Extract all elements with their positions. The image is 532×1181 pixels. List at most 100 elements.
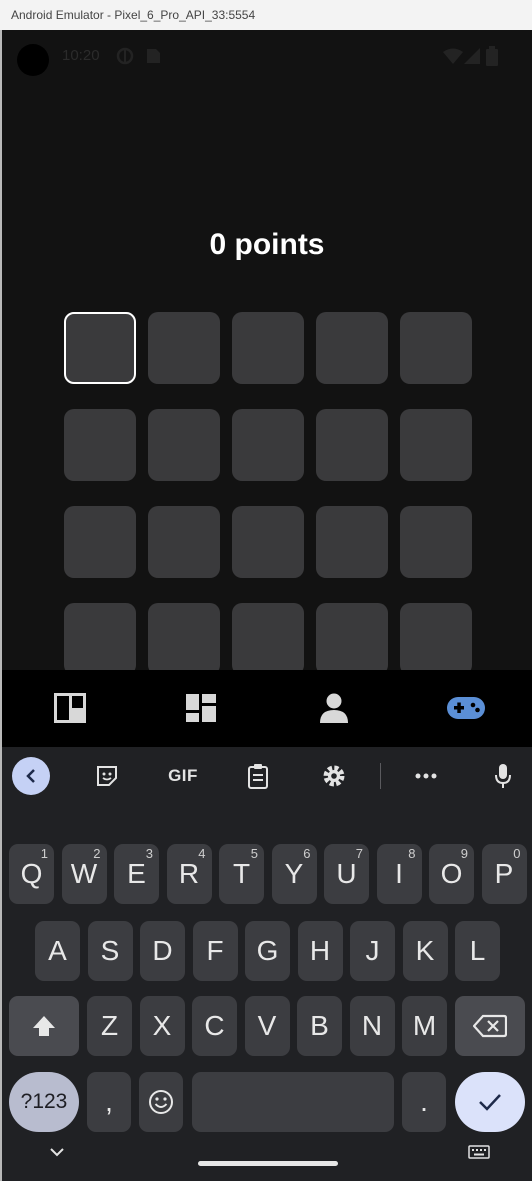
key-x[interactable]: X	[139, 996, 185, 1056]
key-hint: 3	[145, 846, 153, 861]
key-label: L	[469, 935, 486, 966]
letter-tile[interactable]	[64, 409, 136, 481]
data-saver-icon	[116, 47, 134, 65]
tile-grid	[64, 312, 472, 670]
letter-tile[interactable]	[148, 603, 220, 670]
key-h[interactable]: H	[297, 921, 343, 981]
gamepad-icon	[447, 697, 485, 719]
key-label: D	[152, 935, 173, 966]
letter-tile[interactable]	[232, 506, 304, 578]
key-m[interactable]: M	[402, 996, 447, 1056]
settings-button[interactable]	[315, 757, 353, 795]
keyboard-icon	[468, 1145, 490, 1159]
key-label: E	[127, 858, 146, 889]
key-a[interactable]: A	[35, 921, 80, 981]
key-y[interactable]: Y6	[271, 844, 317, 904]
letter-tile[interactable]	[64, 506, 136, 578]
toolbar-divider	[380, 763, 381, 789]
key-o[interactable]: O9	[429, 844, 474, 904]
letter-tile[interactable]	[64, 603, 136, 670]
key-t[interactable]: T5	[219, 844, 264, 904]
gif-button[interactable]: GIF	[164, 757, 202, 795]
key-u[interactable]: U7	[324, 844, 369, 904]
gesture-navigation-handle[interactable]	[198, 1161, 338, 1166]
key-f[interactable]: F	[192, 921, 238, 981]
key-w[interactable]: W2	[61, 844, 107, 904]
key-n[interactable]: N	[349, 996, 395, 1056]
letter-tile[interactable]	[400, 312, 472, 384]
device-screen: 10:20 0 points GIF Q 1 W 2 E 3 R 4 T 5 Y…	[2, 30, 532, 1181]
key-g[interactable]: G	[245, 921, 290, 981]
space-key[interactable]	[192, 1072, 394, 1132]
key-r[interactable]: R4	[166, 844, 212, 904]
letter-tile[interactable]	[400, 603, 472, 670]
key-k[interactable]: K	[402, 921, 448, 981]
chevron-left-icon	[26, 769, 35, 783]
key-j[interactable]: J	[350, 921, 395, 981]
emoji-key[interactable]	[139, 1072, 183, 1132]
period-key[interactable]: .	[402, 1072, 446, 1132]
key-label: A	[48, 935, 67, 966]
letter-tile[interactable]	[316, 603, 388, 670]
sim-card-icon	[147, 49, 160, 63]
key-z[interactable]: Z	[87, 996, 132, 1056]
nav-board-button[interactable]	[45, 688, 95, 728]
letter-tile[interactable]	[316, 312, 388, 384]
clipboard-button[interactable]	[239, 757, 277, 795]
key-d[interactable]: D	[140, 921, 185, 981]
sticker-icon	[97, 766, 117, 786]
key-label: B	[310, 1010, 329, 1041]
voice-input-button[interactable]	[484, 757, 522, 795]
nav-profile-button[interactable]	[309, 688, 359, 728]
toolbar-back-button[interactable]	[12, 757, 50, 795]
letter-tile[interactable]	[316, 409, 388, 481]
letter-tile[interactable]	[148, 312, 220, 384]
game-board	[2, 300, 532, 670]
key-s[interactable]: S	[87, 921, 133, 981]
backspace-key[interactable]	[455, 996, 525, 1056]
letter-tile[interactable]	[316, 506, 388, 578]
key-hint: 8	[408, 846, 416, 861]
status-bar: 10:20	[2, 30, 532, 82]
key-q[interactable]: Q1	[9, 844, 54, 904]
comma-key[interactable]: ,	[87, 1072, 131, 1132]
key-label: N	[361, 1010, 383, 1041]
emoji-icon	[149, 1090, 173, 1114]
letter-tile[interactable]	[232, 603, 304, 670]
letter-tile[interactable]	[400, 409, 472, 481]
key-hint: 6	[303, 846, 311, 861]
enter-key[interactable]	[455, 1072, 525, 1132]
letter-tile[interactable]	[148, 409, 220, 481]
letter-tile[interactable]	[232, 409, 304, 481]
shift-key[interactable]	[9, 996, 79, 1056]
key-label: H	[309, 935, 331, 966]
hide-keyboard-button[interactable]	[48, 1145, 66, 1163]
sticker-button[interactable]	[88, 757, 126, 795]
keyboard-switch-button[interactable]	[468, 1145, 490, 1164]
key-label: T	[232, 858, 251, 889]
board-icon	[54, 693, 86, 723]
key-label: R	[178, 858, 200, 889]
letter-tile[interactable]	[148, 506, 220, 578]
key-i[interactable]: I8	[376, 844, 422, 904]
letter-tile[interactable]	[232, 312, 304, 384]
key-label: Q	[20, 858, 43, 889]
key-label: W	[70, 858, 98, 889]
key-v[interactable]: V	[244, 996, 290, 1056]
key-e[interactable]: E3	[114, 844, 159, 904]
key-label: I	[395, 858, 403, 889]
key-p[interactable]: P0	[481, 844, 527, 904]
key-l[interactable]: L	[455, 921, 500, 981]
keyboard-bottom-bar	[2, 1137, 532, 1181]
nav-dashboard-button[interactable]	[176, 688, 226, 728]
letter-tile[interactable]	[400, 506, 472, 578]
key-b[interactable]: B	[297, 996, 342, 1056]
chevron-down-icon	[50, 1148, 64, 1157]
nav-game-button[interactable]	[441, 688, 491, 728]
key-c[interactable]: C	[192, 996, 237, 1056]
more-icon	[415, 773, 437, 779]
more-button[interactable]	[407, 757, 445, 795]
numbers-switch-key[interactable]: ?123	[9, 1072, 79, 1132]
letter-tile-active[interactable]	[64, 312, 136, 384]
camera-cutout	[17, 44, 49, 76]
